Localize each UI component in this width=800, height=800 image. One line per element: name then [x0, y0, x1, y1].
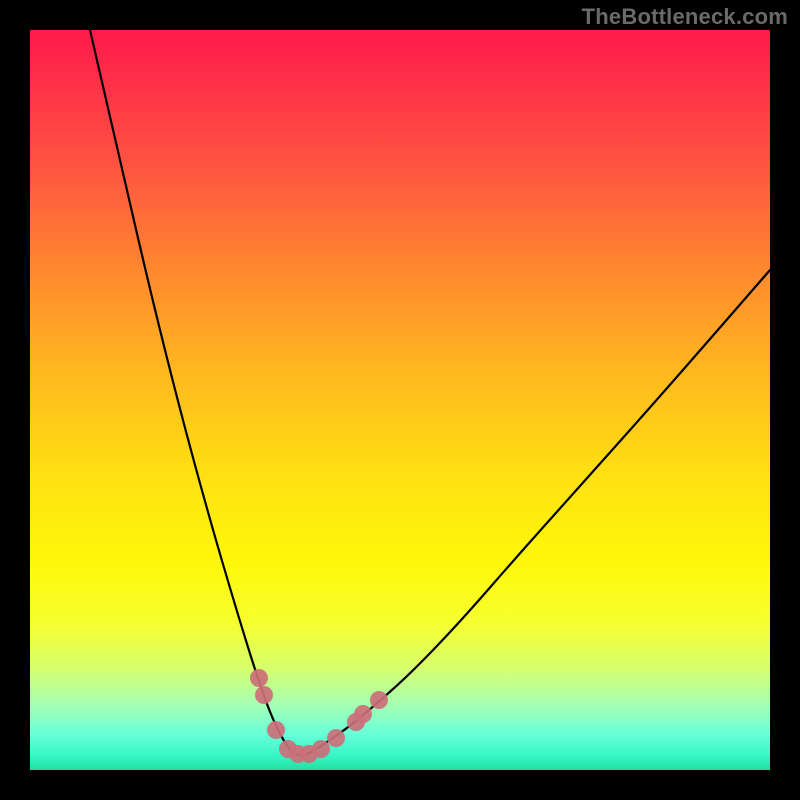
watermark-text: TheBottleneck.com: [582, 4, 788, 30]
marker-dot: [255, 686, 273, 704]
marker-dot: [267, 721, 285, 739]
marker-dot: [354, 705, 372, 723]
chart-svg: [30, 30, 770, 770]
marker-dot: [370, 691, 388, 709]
marker-dot: [312, 740, 330, 758]
chart-frame: TheBottleneck.com: [0, 0, 800, 800]
marker-dot: [327, 729, 345, 747]
curve-path: [90, 30, 770, 755]
marker-dot: [250, 669, 268, 687]
